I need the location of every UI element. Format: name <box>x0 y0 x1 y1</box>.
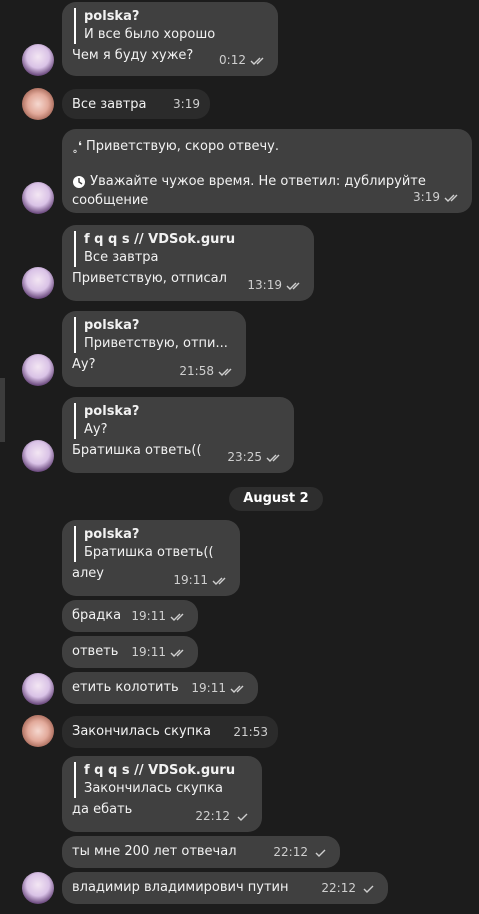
message-time: 3:19 <box>413 190 440 204</box>
reply-text: Ау? <box>84 422 108 437</box>
message-time: 22:12 <box>195 809 230 823</box>
message-meta: 0:12 <box>219 51 268 70</box>
message-meta: 22:12 <box>195 807 252 826</box>
message-bubble[interactable]: polska? И все было хорошо Чем я буду хуж… <box>62 2 278 76</box>
message-meta: 13:19 <box>247 276 304 295</box>
double-check-icon <box>218 368 232 376</box>
reply-quote[interactable]: polska? Ау? <box>74 403 284 439</box>
message-meta: 19:11 <box>131 643 188 662</box>
message-text: Уважайте чужое время. Не ответил: дублир… <box>72 172 462 191</box>
message-bubble[interactable]: f q q s // VDSok.guru Все завтра Приветс… <box>62 225 314 301</box>
reply-text: Приветствую, отпи... <box>84 336 228 351</box>
message-bubble[interactable]: polska? Приветствую, отпи... Ау? 21:58 <box>62 311 246 387</box>
message-time: 19:11 <box>191 681 226 695</box>
reply-author: polska? <box>84 318 140 333</box>
avatar[interactable] <box>22 354 54 386</box>
reply-author: polska? <box>84 527 140 542</box>
double-check-icon <box>170 649 184 657</box>
message-time: 21:53 <box>233 725 268 739</box>
avatar[interactable] <box>22 88 54 120</box>
reply-author: f q q s // VDSok.guru <box>84 232 236 247</box>
message-meta: 19:11 <box>173 571 230 590</box>
reply-text: И все было хорошо <box>84 27 216 42</box>
reply-quote[interactable]: polska? Братишка ответь(( <box>74 526 230 562</box>
message-time: 19:11 <box>131 645 166 659</box>
double-check-icon <box>170 613 184 621</box>
message-bubble[interactable]: f q q s // VDSok.guru Закончилась скупка… <box>62 756 262 832</box>
message-meta: 22:12 <box>273 843 330 862</box>
message-text: ˳❛ Приветствую, скоро отвечу. <box>72 139 279 154</box>
avatar[interactable] <box>22 440 54 472</box>
message-time: 22:12 <box>321 881 356 895</box>
double-check-icon <box>212 577 226 585</box>
message-bubble[interactable]: ответь 19:11 <box>62 636 198 668</box>
reply-quote[interactable]: polska? Приветствую, отпи... <box>74 317 236 353</box>
avatar[interactable] <box>22 673 54 705</box>
reply-quote[interactable]: f q q s // VDSok.guru Все завтра <box>74 231 304 267</box>
chat-view: polska? И все было хорошо Чем я буду хуж… <box>0 0 479 914</box>
message-meta: 21:53 <box>233 723 268 742</box>
message-time: 0:12 <box>219 53 246 67</box>
message-bubble[interactable]: ты мне 200 лет отвечал 22:12 <box>62 836 340 868</box>
message-meta: 19:11 <box>131 607 188 626</box>
message-meta: 19:11 <box>191 679 248 698</box>
double-check-icon <box>266 454 280 462</box>
message-bubble[interactable]: polska? Ау? Братишка ответь(( 23:25 <box>62 397 294 473</box>
message-time: 22:12 <box>273 845 308 859</box>
single-check-icon <box>315 849 326 857</box>
message-meta: 22:12 <box>321 879 378 898</box>
message-bubble[interactable]: Все завтра 3:19 <box>62 89 210 119</box>
reply-author: polska? <box>84 404 140 419</box>
reply-quote[interactable]: polska? И все было хорошо <box>74 8 268 44</box>
clock-icon <box>73 175 85 188</box>
single-check-icon <box>237 813 248 821</box>
message-meta: 21:58 <box>179 362 236 381</box>
message-meta: 3:19 <box>173 95 200 114</box>
message-bubble[interactable]: владимир владимирович путин 22:12 <box>62 872 388 904</box>
double-check-icon <box>230 685 244 693</box>
avatar[interactable] <box>22 44 54 76</box>
message-time: 23:25 <box>227 450 262 464</box>
reply-text: Закончилась скупка <box>84 781 223 796</box>
avatar[interactable] <box>22 182 54 214</box>
reply-text: Братишка ответь(( <box>84 545 214 560</box>
message-bubble[interactable]: Закончилась скупка 21:53 <box>62 716 278 748</box>
reply-quote[interactable]: f q q s // VDSok.guru Закончилась скупка <box>74 762 252 798</box>
reply-author: f q q s // VDSok.guru <box>84 763 236 778</box>
sparkle-icon: ˳❛ <box>72 139 82 153</box>
message-bubble[interactable]: етить колотить 19:11 <box>62 672 258 704</box>
message-time: 13:19 <box>247 278 282 292</box>
reply-text: Все завтра <box>84 250 159 265</box>
double-check-icon <box>444 194 458 202</box>
double-check-icon <box>250 57 264 65</box>
date-separator: August 2 <box>229 487 323 511</box>
message-time: 19:11 <box>131 609 166 623</box>
message-meta: 23:25 <box>227 448 284 467</box>
message-text: сообщение <box>72 193 149 208</box>
message-time: 3:19 <box>173 97 200 111</box>
avatar[interactable] <box>22 715 54 747</box>
double-check-icon <box>286 282 300 290</box>
message-time: 21:58 <box>179 364 214 378</box>
message-bubble[interactable]: брадка 19:11 <box>62 600 198 632</box>
single-check-icon <box>363 885 374 893</box>
avatar[interactable] <box>22 872 54 904</box>
avatar[interactable] <box>22 267 54 299</box>
message-time: 19:11 <box>173 573 208 587</box>
message-bubble[interactable]: polska? Братишка ответь(( алеу 19:11 <box>62 520 240 596</box>
message-bubble[interactable]: ˳❛ Приветствую, скоро отвечу. Уважайте ч… <box>62 129 472 213</box>
reply-author: polska? <box>84 9 140 24</box>
message-meta: 3:19 <box>413 188 462 207</box>
scrollbar[interactable] <box>0 378 5 442</box>
